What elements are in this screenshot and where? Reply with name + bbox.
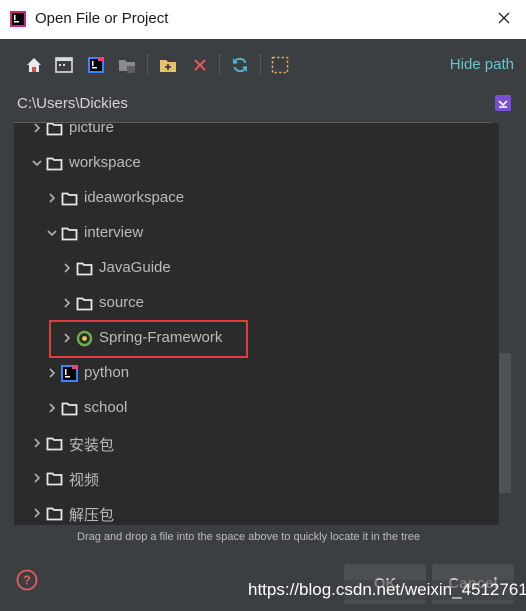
download-icon[interactable] xyxy=(495,95,511,111)
hide-path-link[interactable]: Hide path xyxy=(450,56,514,73)
close-icon[interactable] xyxy=(494,8,514,28)
intellij-project-icon xyxy=(61,365,78,382)
tree-row-label: source xyxy=(99,294,145,311)
module-icon[interactable] xyxy=(117,55,137,75)
intellij-icon xyxy=(10,11,26,27)
chevron-right-icon[interactable] xyxy=(61,262,73,274)
new-folder-icon[interactable] xyxy=(158,55,178,75)
tree-row-label: 安装包 xyxy=(69,437,115,454)
tree-row-label: school xyxy=(84,399,128,416)
chevron-right-icon[interactable] xyxy=(46,402,58,414)
chevron-down-icon[interactable] xyxy=(31,157,43,169)
tree-row-label: JavaGuide xyxy=(99,259,171,276)
toolbar-separator xyxy=(147,54,148,76)
file-tree[interactable]: picture workspace ideaworkspace interview Ja… xyxy=(14,123,499,525)
window-title: Open File or Project xyxy=(35,10,169,27)
toolbar-separator xyxy=(260,54,261,76)
folder-icon xyxy=(46,507,63,521)
tree-row[interactable]: 视频 xyxy=(14,461,499,496)
tree-row[interactable]: picture xyxy=(14,123,499,146)
home-icon[interactable] xyxy=(24,55,44,75)
title-bar: Open File or Project xyxy=(0,0,526,39)
folder-icon xyxy=(61,227,78,241)
project-icon[interactable] xyxy=(86,55,106,75)
tree-row[interactable]: source xyxy=(14,286,499,321)
tree-row[interactable]: 安装包 xyxy=(14,426,499,461)
chevron-right-icon[interactable] xyxy=(31,437,43,449)
watermark: https://blog.csdn.net/weixin_45127611 xyxy=(244,580,526,600)
tree-row-label: 视频 xyxy=(69,472,100,489)
tree-row[interactable]: school xyxy=(14,391,499,426)
show-hidden-icon[interactable] xyxy=(270,55,290,75)
folder-icon xyxy=(76,297,93,311)
folder-icon xyxy=(61,192,78,206)
tree-row[interactable]: workspace xyxy=(14,146,499,181)
tree-row-label: ideaworkspace xyxy=(84,189,185,206)
tree-row[interactable]: 解压包 xyxy=(14,496,499,525)
chevron-right-icon[interactable] xyxy=(46,367,58,379)
chevron-right-icon[interactable] xyxy=(46,192,58,204)
tree-row[interactable]: interview xyxy=(14,216,499,251)
highlight-box xyxy=(49,320,248,358)
path-input[interactable]: C:\Users\Dickies xyxy=(17,95,128,112)
tree-row[interactable]: JavaGuide xyxy=(14,251,499,286)
path-field[interactable]: C:\Users\Dickies xyxy=(0,89,526,123)
tree-row-label: workspace xyxy=(69,154,141,171)
folder-icon xyxy=(46,123,63,136)
tree-scrollbar[interactable] xyxy=(499,353,511,493)
folder-icon xyxy=(46,437,63,451)
toolbar-separator xyxy=(219,54,220,76)
chevron-down-icon[interactable] xyxy=(46,227,58,239)
refresh-icon[interactable] xyxy=(230,55,250,75)
tree-row-label: picture xyxy=(69,123,115,136)
chevron-right-icon[interactable] xyxy=(31,507,43,519)
chevron-right-icon[interactable] xyxy=(31,123,43,134)
tree-row[interactable]: python xyxy=(14,356,499,391)
tree-row[interactable]: ideaworkspace xyxy=(14,181,499,216)
delete-icon[interactable] xyxy=(190,55,210,75)
svg-text:?: ? xyxy=(23,573,31,588)
tree-row-label: 解压包 xyxy=(69,507,115,524)
drag-drop-hint: Drag and drop a file into the space abov… xyxy=(77,531,421,543)
help-icon[interactable]: ? xyxy=(16,569,38,591)
folder-icon xyxy=(61,402,78,416)
toolbar: Hide path xyxy=(0,39,526,89)
tree-row-label: interview xyxy=(84,224,144,241)
folder-icon xyxy=(76,262,93,276)
desktop-icon[interactable] xyxy=(54,55,74,75)
folder-icon xyxy=(46,472,63,486)
chevron-right-icon[interactable] xyxy=(61,297,73,309)
folder-icon xyxy=(46,157,63,171)
tree-row-label: python xyxy=(84,364,130,381)
chevron-right-icon[interactable] xyxy=(31,472,43,484)
